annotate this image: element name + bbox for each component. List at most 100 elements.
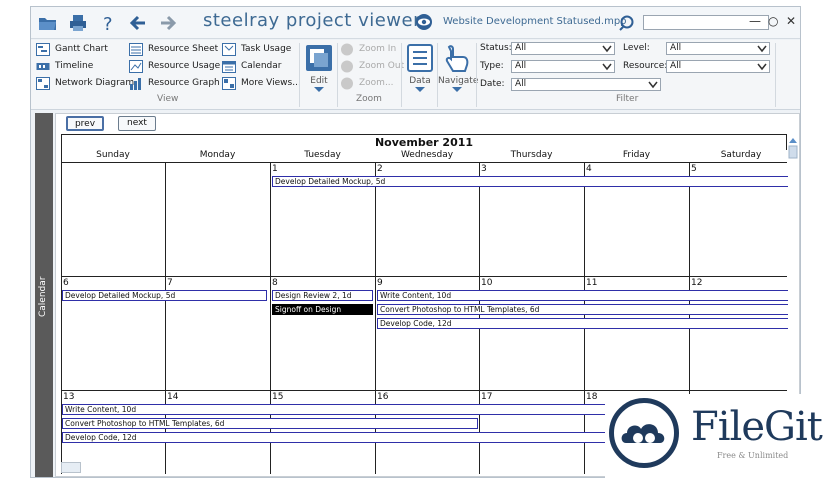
date-filter-label: Date:: [480, 79, 505, 89]
day-of-week-header: Thursday: [510, 150, 553, 160]
day-number: 18: [586, 392, 598, 402]
chevron-down-icon: [314, 87, 324, 92]
title-bar: ? steelray project viewer Website Develo…: [31, 7, 800, 39]
resource-graph-icon: [130, 78, 141, 90]
day-of-week-header: Wednesday: [400, 150, 454, 160]
next-button[interactable]: next: [118, 116, 156, 131]
more-views-icon: [222, 77, 236, 90]
day-number: 11: [586, 278, 598, 288]
task-bar[interactable]: Write Content, 10d: [377, 290, 788, 301]
back-arrow-icon[interactable]: [127, 12, 149, 34]
vertical-scrollbar[interactable]: [788, 136, 798, 386]
day-number: 15: [272, 392, 284, 402]
hand-pointer-icon: [445, 45, 469, 72]
ribbon-separator: [299, 43, 300, 107]
day-number: 3: [481, 164, 487, 174]
calendar-side-tab[interactable]: Calendar: [35, 113, 53, 477]
day-number: 10: [481, 278, 493, 288]
month-title: November 2011: [61, 134, 787, 150]
close-icon[interactable]: ✕: [786, 14, 796, 28]
zoom-group-label: Zoom: [356, 94, 382, 104]
status-filter-label: Status:: [480, 43, 512, 53]
maximize-icon[interactable]: ○: [768, 14, 778, 28]
zoom-out-icon: [341, 60, 353, 73]
level-filter-label: Level:: [623, 43, 650, 53]
help-icon[interactable]: ?: [97, 12, 119, 34]
ribbon: Gantt Chart Timeline Network Diagram Res…: [31, 40, 800, 110]
horizontal-scrollbar[interactable]: [61, 462, 81, 473]
edit-button[interactable]: Edit: [301, 43, 337, 93]
filegit-name: FileGit: [691, 404, 823, 450]
ribbon-separator: [775, 43, 776, 107]
task-bar-milestone[interactable]: Signoff on Design: [272, 304, 373, 315]
date-filter-select[interactable]: All: [511, 78, 661, 91]
ribbon-separator: [337, 43, 338, 107]
task-bar[interactable]: Develop Detailed Mockup, 5d: [272, 176, 788, 187]
filegit-logo: [609, 398, 679, 468]
day-number: 13: [63, 392, 75, 402]
chevron-down-icon: [452, 87, 462, 92]
task-bar[interactable]: Convert Photoshop to HTML Templates, 6d: [377, 304, 788, 315]
day-number: 4: [586, 164, 592, 174]
type-filter-select[interactable]: All: [511, 60, 615, 73]
task-bar[interactable]: Develop Detailed Mockup, 5d: [62, 290, 267, 301]
view-group-label: View: [157, 94, 179, 104]
day-number: 12: [691, 278, 703, 288]
day-number: 17: [481, 392, 493, 402]
grid-line: [61, 162, 787, 163]
grid-line: [61, 276, 787, 277]
day-of-week-header: Sunday: [96, 150, 130, 160]
day-of-week-header: Friday: [622, 150, 651, 160]
day-number: 8: [272, 278, 278, 288]
data-button[interactable]: Data: [402, 43, 438, 93]
day-number: 5: [691, 164, 697, 174]
grid-line: [61, 390, 787, 391]
data-icon: [407, 44, 433, 72]
zoom-in-icon: [341, 43, 353, 56]
chevron-down-icon: [602, 45, 612, 53]
chevron-down-icon: [415, 87, 425, 92]
task-bar[interactable]: Develop Code, 12d: [377, 318, 788, 329]
zoom-icon: [341, 77, 353, 90]
app-title: steelray project viewer: [203, 10, 422, 31]
status-filter-select[interactable]: All: [511, 42, 615, 55]
day-of-week-header: Monday: [199, 150, 236, 160]
chevron-down-icon: [602, 63, 612, 71]
calendar-icon: [222, 61, 236, 73]
forward-arrow-icon[interactable]: [157, 12, 179, 34]
file-name: Website Development Statused.mpp: [443, 16, 627, 27]
day-number: 2: [377, 164, 383, 174]
eye-icon: [416, 14, 432, 30]
type-filter-label: Type:: [480, 61, 504, 71]
day-of-week-header: Saturday: [720, 150, 762, 160]
resource-filter-label: Resource:: [623, 61, 668, 71]
day-number: 1: [272, 164, 278, 174]
ribbon-separator: [476, 43, 477, 107]
resource-filter-select[interactable]: All: [666, 60, 770, 73]
task-bar[interactable]: Convert Photoshop to HTML Templates, 6d: [62, 418, 478, 429]
navigate-button[interactable]: Navigate: [438, 43, 478, 93]
print-icon[interactable]: [67, 12, 89, 34]
edit-icon: [306, 45, 332, 71]
svg-text:?: ?: [103, 14, 113, 34]
cloud-icon: [621, 424, 665, 443]
prev-button[interactable]: prev: [66, 116, 104, 131]
task-bar[interactable]: Design Review 2, 1d: [272, 290, 373, 301]
network-diagram-icon: [36, 77, 50, 90]
chevron-down-icon: [757, 63, 767, 71]
level-filter-select[interactable]: All: [666, 42, 770, 55]
day-number: 14: [167, 392, 179, 402]
filegit-watermark: FileGit Free & Unlimited: [605, 394, 836, 484]
day-of-week-header: Tuesday: [304, 150, 341, 160]
task-usage-icon: [222, 43, 236, 56]
chevron-down-icon: [757, 45, 767, 53]
day-number: 7: [167, 278, 173, 288]
search-icon[interactable]: [619, 14, 637, 32]
minimize-icon[interactable]: —: [749, 14, 761, 28]
gantt-chart-icon: [36, 43, 50, 56]
day-number: 16: [377, 392, 389, 402]
resource-usage-icon: [129, 60, 143, 73]
filter-group-label: Filter: [616, 94, 639, 104]
filegit-tagline: Free & Unlimited: [717, 451, 789, 460]
open-folder-icon[interactable]: [37, 12, 59, 34]
